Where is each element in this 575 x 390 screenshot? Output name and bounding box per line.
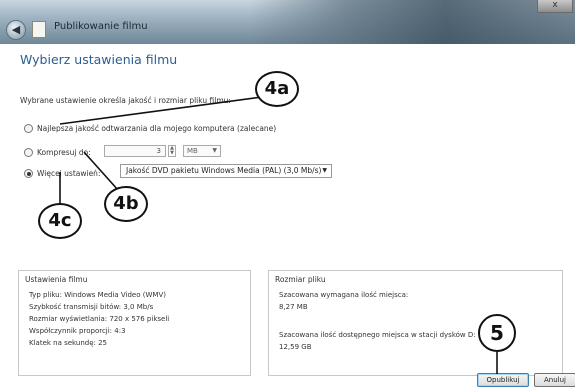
callout-5: 5 [478, 314, 516, 352]
callout-4a: 4a [255, 71, 299, 107]
leader-line-4a [59, 96, 263, 125]
callout-4b: 4b [104, 186, 148, 222]
leader-line-4b [83, 151, 119, 191]
callout-4c: 4c [38, 203, 82, 239]
